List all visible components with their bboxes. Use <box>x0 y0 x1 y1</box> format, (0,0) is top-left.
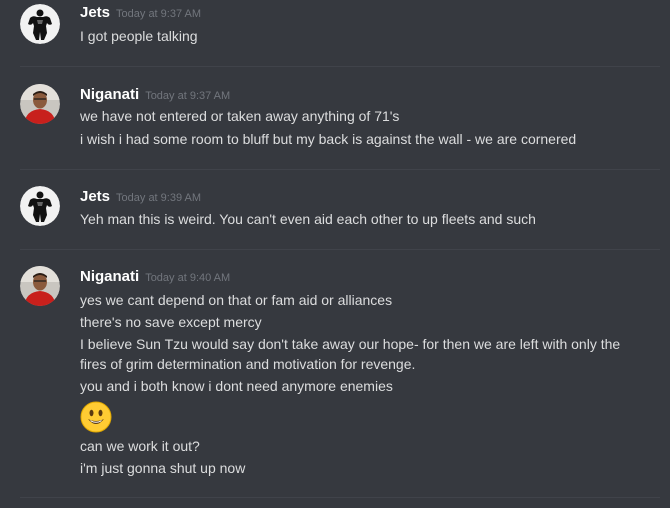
avatar[interactable] <box>20 266 60 306</box>
smiley-emoji-icon <box>80 401 112 433</box>
avatar[interactable] <box>20 84 60 124</box>
message-text: i wish i had some room to bluff but my b… <box>80 131 577 147</box>
message-header: Niganati Today at 9:37 AM <box>80 86 230 104</box>
message-text: I got people talking <box>80 28 198 44</box>
message-header: Jets Today at 9:39 AM <box>80 188 201 206</box>
message-text: i'm just gonna shut up now <box>80 460 246 476</box>
message-header: Niganati Today at 9:40 AM <box>80 268 230 286</box>
timestamp: Today at 9:37 AM <box>116 8 202 20</box>
timestamp: Today at 9:39 AM <box>116 192 202 204</box>
red-shirt-man-avatar-icon <box>20 84 60 124</box>
emoji <box>80 401 112 433</box>
username[interactable]: Jets <box>80 188 110 205</box>
bodybuilder-avatar-icon <box>20 4 60 44</box>
timestamp: Today at 9:37 AM <box>145 90 231 102</box>
message-header: Jets Today at 9:37 AM <box>80 4 201 22</box>
message-text: I believe Sun Tzu would say don't take a… <box>80 336 621 372</box>
avatar[interactable] <box>20 4 60 44</box>
red-shirt-man-avatar-icon <box>20 266 60 306</box>
timestamp: Today at 9:40 AM <box>145 272 231 284</box>
avatar[interactable] <box>20 186 60 226</box>
message-text: Yeh man this is weird. You can't even ai… <box>80 211 536 227</box>
message-text: you and i both know i dont need anymore … <box>80 378 393 394</box>
message-divider <box>20 249 660 250</box>
message-text: there's no save except mercy <box>80 314 262 330</box>
username[interactable]: Jets <box>80 4 110 21</box>
chat-message-list: Jets Today at 9:37 AM I got people talkin… <box>0 0 670 508</box>
message-divider <box>20 169 660 170</box>
message-text: can we work it out? <box>80 438 200 454</box>
message-text: yes we cant depend on that or fam aid or… <box>80 292 393 308</box>
message-text: we have not entered or taken away anythi… <box>80 108 400 124</box>
username[interactable]: Niganati <box>80 86 139 103</box>
username[interactable]: Niganati <box>80 268 139 285</box>
bodybuilder-avatar-icon <box>20 186 60 226</box>
message-divider <box>20 66 660 67</box>
message-divider <box>20 497 660 498</box>
